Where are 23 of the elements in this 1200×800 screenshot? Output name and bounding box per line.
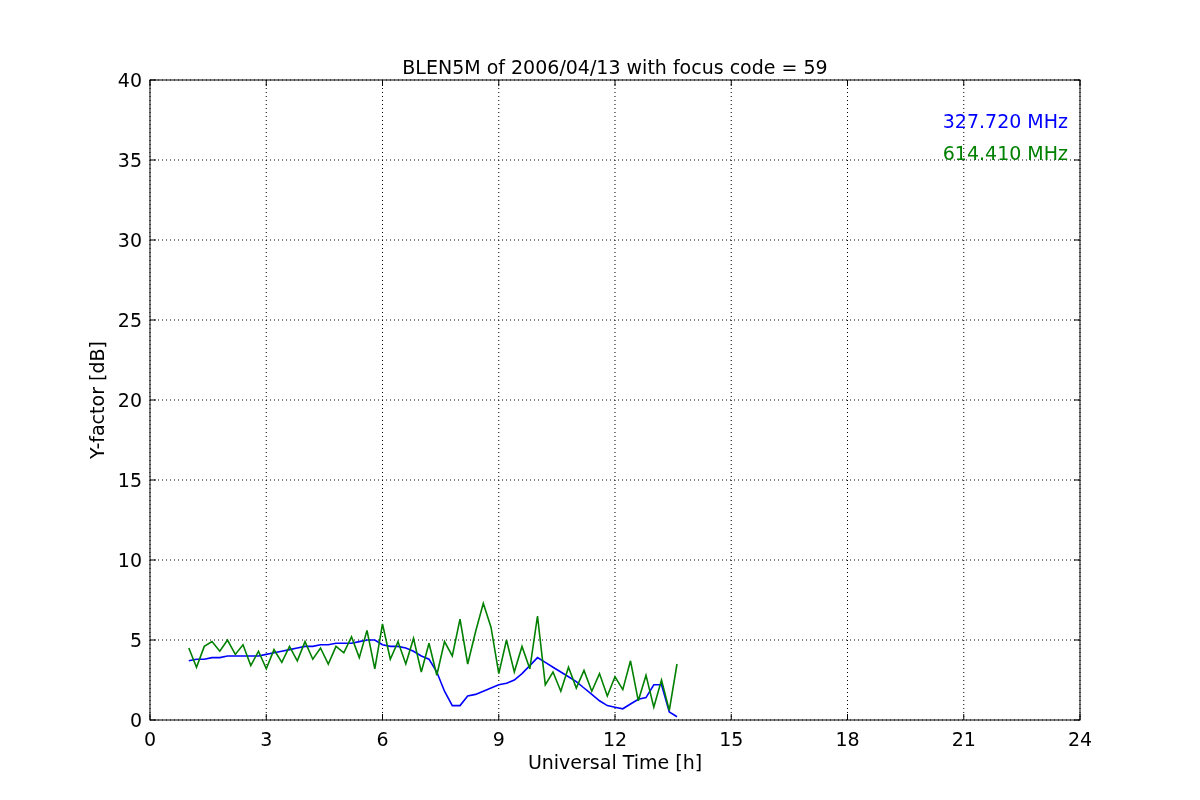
y-tick-label: 25 bbox=[117, 309, 142, 331]
y-tick-label: 0 bbox=[129, 709, 142, 731]
y-tick-label: 15 bbox=[117, 469, 142, 491]
x-tick-label: 18 bbox=[835, 728, 860, 750]
y-tick-label: 40 bbox=[117, 69, 142, 91]
chart-title: BLEN5M of 2006/04/13 with focus code = 59 bbox=[402, 56, 828, 78]
x-tick-label: 12 bbox=[602, 728, 628, 750]
x-tick-label: 24 bbox=[1067, 728, 1093, 750]
x-tick-label: 15 bbox=[719, 728, 744, 750]
y-tick-label: 10 bbox=[117, 549, 142, 571]
y-tick-label: 35 bbox=[117, 149, 142, 171]
x-tick-label: 3 bbox=[260, 728, 273, 750]
x-axis-label: Universal Time [h] bbox=[527, 751, 703, 773]
legend-label: 327.720 MHz bbox=[942, 110, 1068, 132]
x-tick-label: 0 bbox=[143, 728, 157, 750]
x-tick-label: 21 bbox=[951, 728, 976, 750]
y-tick-label: 5 bbox=[129, 629, 142, 651]
x-tick-label: 6 bbox=[376, 728, 389, 750]
y-tick-label: 20 bbox=[117, 389, 142, 411]
x-tick-label: 9 bbox=[492, 728, 505, 750]
y-tick-label: 30 bbox=[117, 229, 142, 251]
legend-label: 614.410 MHz bbox=[942, 142, 1068, 164]
y-axis-label: Y-factor [dB] bbox=[86, 341, 108, 459]
